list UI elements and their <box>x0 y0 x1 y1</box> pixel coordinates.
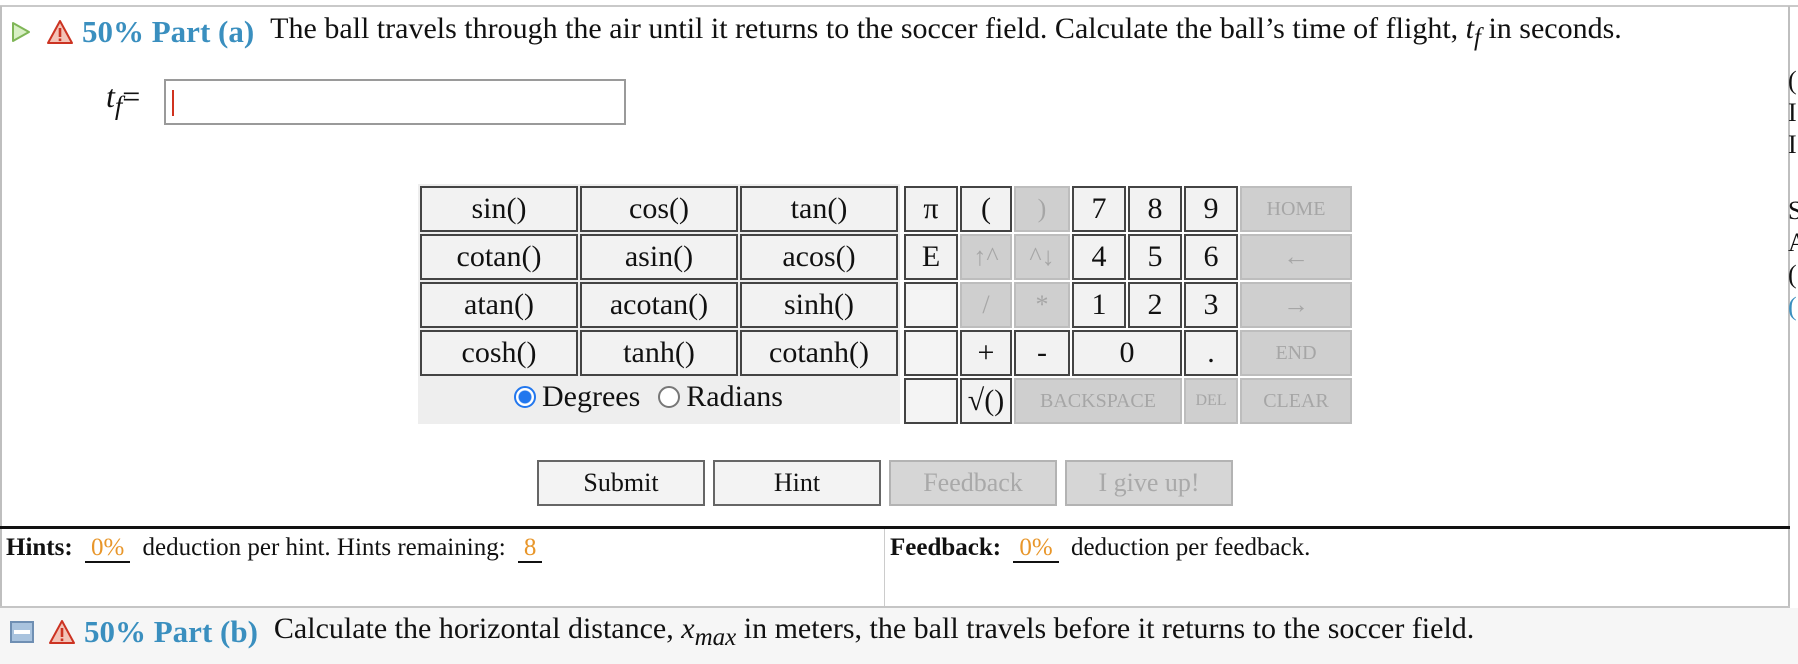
degrees-label[interactable]: Degrees <box>542 380 640 414</box>
part-a-percent: 50% Part (a) <box>82 14 255 49</box>
top-border <box>0 5 1798 7</box>
key-del: DEL <box>1184 378 1238 424</box>
part-b-question: Calculate the horizontal distance, xmax … <box>273 612 1475 651</box>
section-divider <box>0 526 1790 529</box>
key-sqrt[interactable]: √() <box>960 378 1012 424</box>
hints-text: deduction per hint. Hints remaining: <box>142 534 506 561</box>
edge-fragment: S <box>1788 196 1798 225</box>
edge-fragment: I <box>1788 130 1797 159</box>
key-close-paren: ) <box>1014 186 1070 232</box>
key-0[interactable]: 0 <box>1072 330 1182 376</box>
key-divide: / <box>960 282 1012 328</box>
degrees-radio[interactable] <box>514 386 536 408</box>
play-arrow-icon[interactable] <box>10 21 32 43</box>
hints-label: Hints: <box>6 534 73 561</box>
feedback-text: deduction per feedback. <box>1070 534 1311 561</box>
key-acos[interactable]: acos() <box>740 234 898 280</box>
key-clear: CLEAR <box>1240 378 1352 424</box>
key-cotan[interactable]: cotan() <box>420 234 578 280</box>
key-8[interactable]: 8 <box>1128 186 1182 232</box>
edge-fragment: ( <box>1788 292 1797 321</box>
key-backspace: BACKSPACE <box>1014 378 1182 424</box>
answer-input[interactable] <box>164 79 626 125</box>
hint-deduction: 0% <box>84 534 131 563</box>
edge-fragment: A <box>1788 228 1798 257</box>
part-a-header: 50% Part (a) The ball travels through th… <box>10 12 1622 52</box>
warning-icon <box>49 620 75 644</box>
feedback-button: Feedback <box>889 460 1057 506</box>
key-superscript-up: ↑^ <box>960 234 1012 280</box>
key-5[interactable]: 5 <box>1128 234 1182 280</box>
edge-fragment: I <box>1788 98 1797 127</box>
key-tanh[interactable]: tanh() <box>580 330 738 376</box>
key-3[interactable]: 3 <box>1184 282 1238 328</box>
key-asin[interactable]: asin() <box>580 234 738 280</box>
part-a-question: The ball travels through the air until i… <box>270 12 1622 51</box>
submit-button[interactable]: Submit <box>537 460 705 506</box>
key-pi[interactable]: π <box>904 186 958 232</box>
radians-radio[interactable] <box>658 386 681 408</box>
key-minus[interactable]: - <box>1014 330 1070 376</box>
part-b-percent: 50% Part (b) <box>84 614 258 649</box>
key-sin[interactable]: sin() <box>420 186 578 232</box>
key-4[interactable]: 4 <box>1072 234 1126 280</box>
key-plus[interactable]: + <box>960 330 1012 376</box>
answer-label: tf= <box>106 78 141 121</box>
feedback-label: Feedback: <box>890 534 1002 561</box>
key-multiply: * <box>1014 282 1070 328</box>
key-cos[interactable]: cos() <box>580 186 738 232</box>
collapsed-part-icon[interactable] <box>10 621 34 643</box>
edge-fragment: ( <box>1788 260 1797 289</box>
feedback-info: Feedback: 0% deduction per feedback. <box>890 534 1311 563</box>
key-end: END <box>1240 330 1352 376</box>
key-2[interactable]: 2 <box>1128 282 1182 328</box>
key-left-arrow: ← <box>1240 234 1352 280</box>
hints-info: Hints: 0% deduction per hint. Hints rema… <box>6 534 548 563</box>
key-blank-1 <box>904 282 958 328</box>
info-column-divider <box>884 529 885 607</box>
feedback-deduction: 0% <box>1013 534 1059 563</box>
key-cotanh[interactable]: cotanh() <box>740 330 898 376</box>
give-up-button: I give up! <box>1065 460 1233 506</box>
radians-label[interactable]: Radians <box>686 380 783 414</box>
part-b-header[interactable]: 50% Part (b) Calculate the horizontal di… <box>10 612 1474 652</box>
key-superscript-down: ^↓ <box>1014 234 1070 280</box>
text-caret <box>172 90 174 116</box>
hints-remaining: 8 <box>517 534 543 563</box>
key-right-arrow: → <box>1240 282 1352 328</box>
hint-button[interactable]: Hint <box>713 460 881 506</box>
key-blank-3 <box>904 378 958 424</box>
key-sinh[interactable]: sinh() <box>740 282 898 328</box>
key-home: HOME <box>1240 186 1352 232</box>
key-open-paren[interactable]: ( <box>960 186 1012 232</box>
angle-mode-group: Degrees Radians <box>514 380 801 414</box>
key-9[interactable]: 9 <box>1184 186 1238 232</box>
key-6[interactable]: 6 <box>1184 234 1238 280</box>
key-tan[interactable]: tan() <box>740 186 898 232</box>
key-e[interactable]: E <box>904 234 958 280</box>
edge-fragment: ( <box>1788 66 1797 95</box>
key-cosh[interactable]: cosh() <box>420 330 578 376</box>
left-border <box>0 6 2 606</box>
key-atan[interactable]: atan() <box>420 282 578 328</box>
key-1[interactable]: 1 <box>1072 282 1126 328</box>
warning-icon <box>47 20 73 44</box>
key-7[interactable]: 7 <box>1072 186 1126 232</box>
key-dot[interactable]: . <box>1184 330 1238 376</box>
key-blank-2 <box>904 330 958 376</box>
key-acotan[interactable]: acotan() <box>580 282 738 328</box>
